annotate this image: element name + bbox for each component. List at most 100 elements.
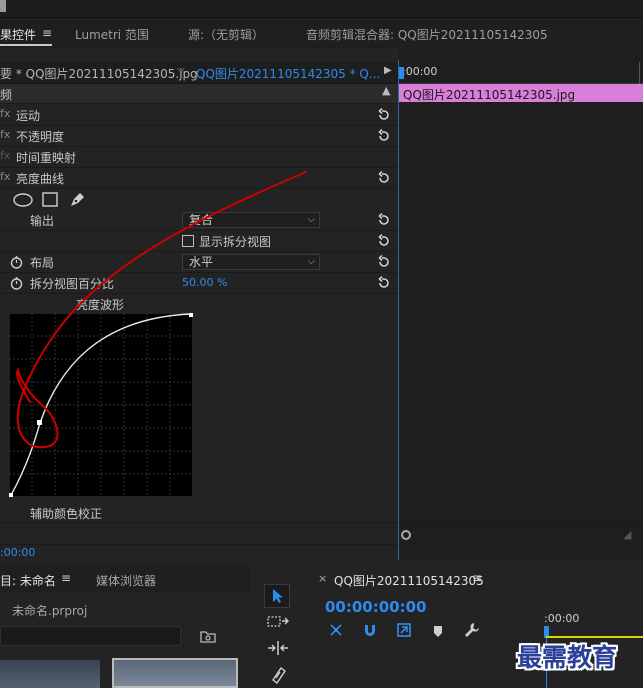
pen-mask-icon[interactable]	[68, 191, 86, 209]
tab-menu-icon[interactable]: ≡	[472, 571, 482, 585]
curve-title: 亮度波形	[76, 298, 125, 312]
razor-tool-icon[interactable]	[269, 666, 287, 684]
secondary-color-label: 辅助颜色校正	[30, 507, 103, 521]
output-value: 复合	[189, 213, 214, 227]
sequence-title[interactable]: QQ图片20211105142305	[334, 572, 484, 589]
reset-icon[interactable]	[377, 213, 391, 227]
split-percent-label: 拆分视图百分比	[30, 277, 115, 291]
mini-ruler-start: :00:00	[402, 65, 438, 78]
curve-endpoint-black[interactable]	[9, 493, 13, 497]
prop-label-motion: 运动	[16, 109, 41, 123]
reset-icon[interactable]	[377, 129, 391, 143]
split-percent-value[interactable]: 50.00 %	[182, 276, 227, 289]
selection-arrow-icon	[273, 589, 283, 603]
output-label: 输出	[30, 214, 55, 228]
secondary-color-row[interactable]: 辅助颜色校正	[0, 502, 398, 523]
wrench-icon[interactable]	[464, 622, 480, 638]
layout-label: 布局	[30, 256, 55, 270]
mini-timeline-ruler[interactable]: :00:00	[399, 62, 643, 84]
project-tab-bar: 目: 未命名 ≡ 媒体浏览器	[0, 566, 250, 592]
master-clip-label[interactable]: 要 * QQ图片20211105142305.jpg	[0, 65, 198, 82]
prop-row-luma-curve[interactable]: fx 亮度曲线	[0, 168, 398, 189]
watermark-text: 最需教育	[517, 643, 618, 672]
nest-icon[interactable]	[328, 622, 344, 638]
project-file-name: 未命名.prproj	[12, 604, 88, 618]
sequence-ruler-start: :00:00	[544, 612, 580, 625]
menu-fragment	[0, 0, 6, 12]
chevron-down-icon: ⌵	[307, 256, 315, 267]
tab-effect-controls[interactable]: 果控件	[0, 26, 36, 43]
mini-timeline-clip[interactable]: QQ图片20211105142305.jpg	[399, 84, 643, 102]
panel-tab-bar: 果控件 ≡ Lumetri 范围 源:（无剪辑） 音频剪辑混合器: QQ图片20…	[0, 18, 643, 48]
project-search-input[interactable]	[0, 626, 181, 646]
window-topbar	[0, 0, 643, 18]
curve-control-point[interactable]	[37, 420, 42, 425]
collapse-up-icon[interactable]: ▲	[382, 84, 390, 97]
luma-curve-graph[interactable]	[9, 313, 193, 497]
output-row: 输出 复合 ⌵	[0, 210, 398, 231]
layout-row: 布局 水平 ⌵	[0, 252, 398, 273]
panel-divider	[398, 60, 399, 560]
prop-row-time-remap[interactable]: fx 时间重映射	[0, 147, 398, 168]
prop-row-motion[interactable]: fx 运动	[0, 105, 398, 126]
ruler-end-tick	[639, 62, 640, 84]
tab-menu-icon[interactable]: ≡	[42, 26, 52, 40]
thumbnail-item[interactable]	[0, 660, 100, 688]
ellipse-mask-icon[interactable]	[13, 193, 33, 207]
close-tab-icon[interactable]: ×	[318, 572, 327, 585]
play-triangle-icon[interactable]: ▶	[384, 65, 392, 76]
clip-selector-row: 要 * QQ图片20211105142305.jpg ⌵ QQ图片2021110…	[0, 62, 398, 84]
section-label: 频	[0, 88, 13, 102]
prop-label-time-remap: 时间重映射	[16, 151, 77, 165]
layout-value: 水平	[189, 255, 214, 269]
fx-icon[interactable]: fx	[0, 128, 10, 141]
fx-icon: fx	[0, 149, 11, 162]
ripple-edit-tool-icon[interactable]	[267, 640, 289, 656]
tab-source[interactable]: 源:（无剪辑）	[188, 26, 264, 43]
tab-media-browser[interactable]: 媒体浏览器	[96, 572, 156, 589]
mask-tools-row	[0, 190, 398, 210]
tab-menu-icon[interactable]: ≡	[61, 571, 71, 585]
scroll-end-icon[interactable]: ◢	[623, 528, 631, 541]
project-panel: 目: 未命名 ≡ 媒体浏览器 未命名.prproj	[0, 566, 250, 688]
stopwatch-icon[interactable]	[10, 255, 23, 269]
rectangle-mask-icon[interactable]	[42, 192, 58, 208]
mini-clip-name: QQ图片20211105142305.jpg	[403, 88, 576, 102]
chevron-down-icon[interactable]: ⌵	[177, 64, 185, 75]
split-view-row: 显示拆分视图	[0, 231, 398, 252]
curve-endpoint-white[interactable]	[189, 313, 193, 317]
snap-magnet-icon[interactable]	[362, 622, 378, 638]
tab-audio-clip-mixer[interactable]: 音频剪辑混合器: QQ图片20211105142305	[306, 26, 548, 43]
video-section-header: 频 ▲	[0, 84, 398, 104]
prop-label-luma-curve: 亮度曲线	[16, 172, 65, 186]
reset-icon[interactable]	[377, 108, 391, 122]
tab-project[interactable]: 目: 未命名	[0, 572, 56, 589]
split-view-checkbox[interactable]	[182, 235, 194, 247]
reset-icon[interactable]	[377, 171, 391, 185]
ec-mini-timeline: :00:00 QQ图片20211105142305.jpg ◢	[399, 48, 643, 560]
tools-panel	[256, 566, 303, 688]
prop-row-opacity[interactable]: fx 不透明度	[0, 126, 398, 147]
new-bin-icon[interactable]	[200, 629, 216, 643]
reset-icon[interactable]	[377, 255, 391, 269]
zoom-handle-icon[interactable]	[401, 530, 411, 540]
playhead-marker[interactable]	[399, 67, 404, 79]
sequence-timecode[interactable]: 00:00:00:00	[325, 598, 427, 616]
active-tab-underline	[0, 44, 52, 46]
sequence-clip-label[interactable]: QQ图片20211105142305 * Q...	[196, 65, 380, 82]
layout-dropdown[interactable]: 水平 ⌵	[182, 254, 320, 270]
track-select-tool-icon[interactable]	[267, 614, 289, 630]
output-dropdown[interactable]: 复合 ⌵	[182, 212, 320, 228]
stopwatch-icon[interactable]	[10, 276, 23, 290]
linked-selection-icon[interactable]	[396, 622, 412, 638]
tab-lumetri-scopes[interactable]: Lumetri 范围	[75, 26, 149, 43]
chevron-down-icon: ⌵	[307, 214, 315, 225]
thumbnail-item-selected[interactable]	[112, 658, 238, 688]
reset-icon[interactable]	[377, 234, 391, 248]
reset-icon[interactable]	[377, 276, 391, 290]
selection-tool-button[interactable]	[264, 584, 290, 608]
fx-icon[interactable]: fx	[0, 170, 10, 183]
fx-icon[interactable]: fx	[0, 107, 10, 120]
ec-timecode[interactable]: :00:00	[0, 546, 35, 559]
add-marker-icon[interactable]	[432, 624, 444, 638]
